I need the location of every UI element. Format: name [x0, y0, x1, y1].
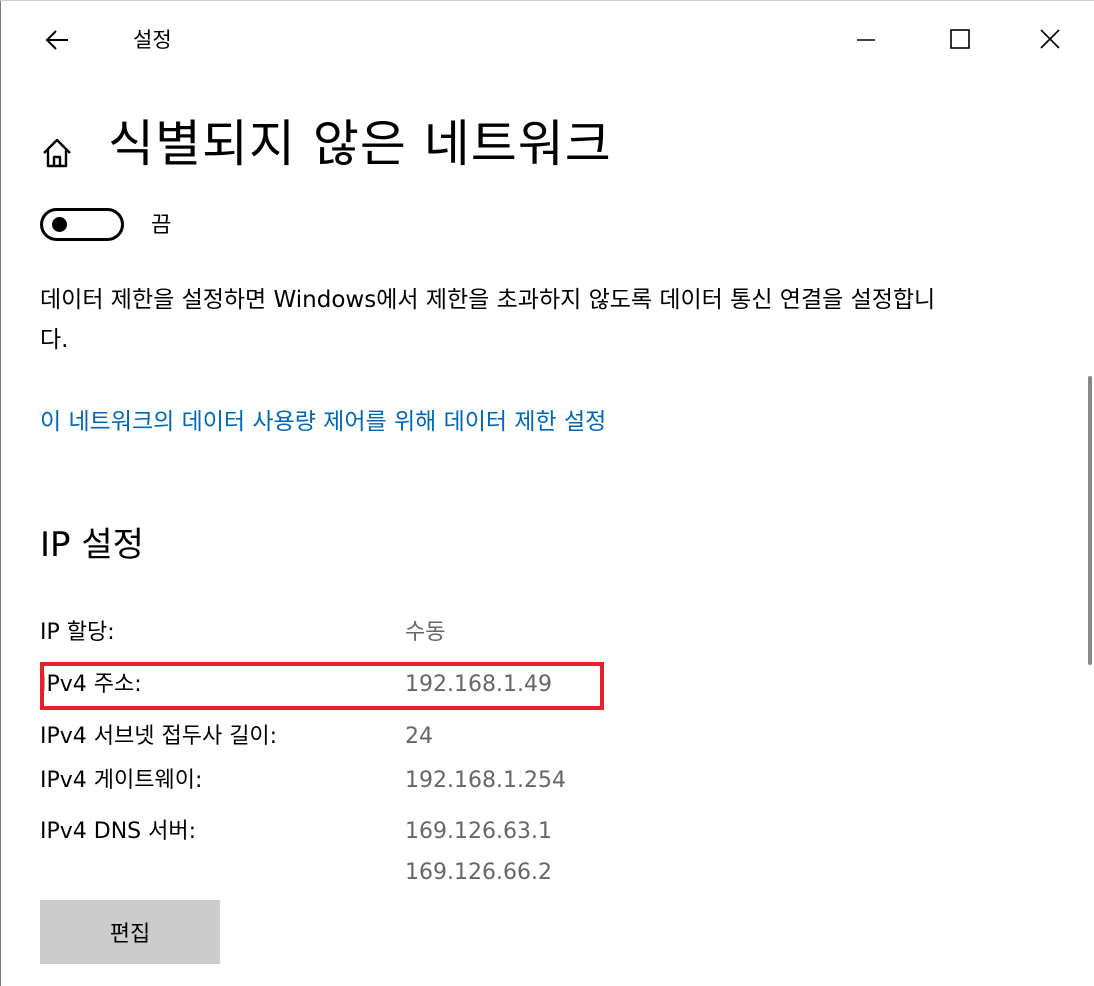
back-button[interactable]	[34, 18, 80, 62]
ipv4-prefix-length-value: 24	[405, 724, 433, 749]
window-border-top	[0, 0, 1094, 1]
ip-settings-heading: IP 설정	[40, 525, 144, 565]
close-button[interactable]	[1022, 14, 1078, 64]
scrollbar-thumb[interactable]	[1088, 376, 1092, 665]
window-border-left	[0, 0, 1, 986]
maximize-button[interactable]	[932, 14, 988, 64]
ip-assignment-value: 수동	[405, 620, 446, 645]
toggle-state-label: 끔	[151, 213, 172, 238]
close-icon	[1040, 29, 1060, 49]
ipv4-gateway-value: 192.168.1.254	[405, 768, 566, 793]
set-data-limit-link[interactable]: 이 네트워크의 데이터 사용량 제어를 위해 데이터 제한 설정	[40, 402, 606, 442]
toggle-knob	[52, 217, 67, 232]
edit-button[interactable]: 편집	[40, 900, 220, 964]
page-title: 식별되지 않은 네트워크	[108, 115, 612, 173]
ipv4-dns-secondary-value: 169.126.66.2	[405, 860, 552, 885]
ip-assignment-label: IP 할당:	[40, 620, 115, 645]
metered-connection-toggle[interactable]	[40, 208, 124, 241]
minimize-button[interactable]	[838, 14, 894, 64]
arrow-left-icon	[45, 30, 68, 50]
maximize-icon	[950, 29, 970, 49]
ipv4-dns-label: IPv4 DNS 서버:	[40, 819, 197, 844]
ipv4-prefix-length-label: IPv4 서브넷 접두사 길이:	[40, 724, 278, 749]
minimize-icon	[857, 39, 875, 41]
ipv4-dns-primary-value: 169.126.63.1	[405, 819, 552, 844]
ipv4-gateway-label: IPv4 게이트웨이:	[40, 768, 203, 793]
ipv4-address-highlight	[40, 662, 604, 710]
window-title: 설정	[133, 28, 172, 52]
home-icon	[43, 138, 71, 168]
metered-description: 데이터 제한을 설정하면 Windows에서 제한을 초과하지 않도록 데이터 …	[40, 287, 936, 353]
